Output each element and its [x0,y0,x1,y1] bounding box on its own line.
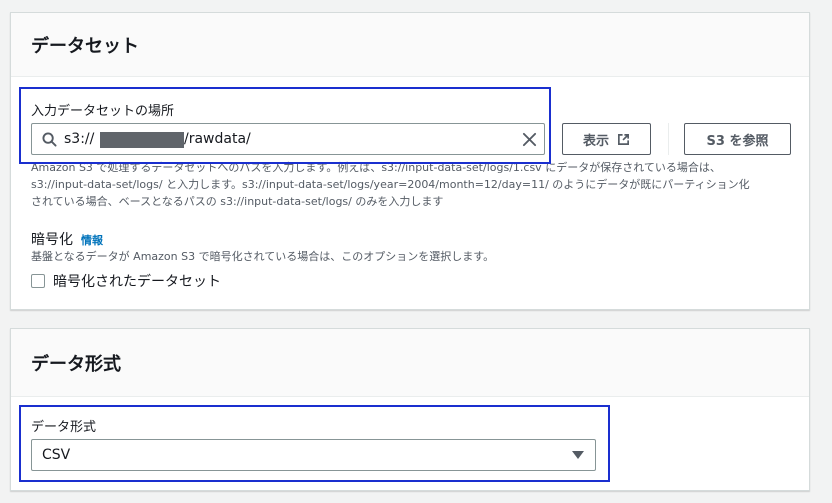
encrypted-checkbox-label: 暗号化されたデータセット [53,274,221,290]
browse-s3-button-label: S3 を参照 [706,133,769,149]
location-value-suffix: /rawdata/ [184,131,251,147]
close-icon[interactable] [522,132,537,147]
encryption-info-link[interactable]: 情報 [81,232,103,248]
view-button-label: 表示 [582,133,609,149]
caret-down-icon [572,451,584,459]
encrypted-dataset-option[interactable]: 暗号化されたデータセット [31,271,221,291]
browse-s3-button[interactable]: S3 を参照 [684,123,791,155]
data-format-selected: CSV [42,447,71,463]
description-line: されている場合、ベースとなるパスの s3://input-data-set/lo… [31,195,444,208]
description-line: s3://input-data-set/logs/ と入力します。s3://in… [31,178,750,191]
encryption-heading: 暗号化 情報 [31,229,103,249]
search-icon [42,132,57,147]
button-divider [668,123,669,155]
description-line: Amazon S3 で処理するデータセットへのパスを入力します。例えば、s3:/… [31,161,721,174]
data-format-panel-header: データ形式 [11,329,809,397]
encryption-label: 暗号化 [31,232,73,248]
dataset-panel-header: データセット [11,13,809,77]
dataset-title: データセット [31,35,139,57]
data-format-label: データ形式 [31,420,97,435]
dataset-panel: データセット 入力データセットの場所 s3:// /rawdata/ 表示 S3… [10,12,810,310]
data-format-panel: データ形式 データ形式 CSV [10,328,810,491]
location-input[interactable]: s3:// /rawdata/ [31,123,545,155]
data-format-select[interactable]: CSV [31,439,596,471]
location-label: 入力データセットの場所 [31,104,175,119]
location-value-prefix: s3:// [64,131,95,147]
redacted-bucket-name [100,132,184,148]
data-format-title: データ形式 [31,353,121,375]
location-description: Amazon S3 で処理するデータセットへのパスを入力します。例えば、s3:/… [31,159,791,210]
encrypted-checkbox[interactable] [31,274,45,288]
view-button[interactable]: 表示 [562,123,651,155]
encryption-description: 基盤となるデータが Amazon S3 で暗号化されている場合は、このオプション… [31,250,495,263]
external-link-icon [618,133,629,145]
